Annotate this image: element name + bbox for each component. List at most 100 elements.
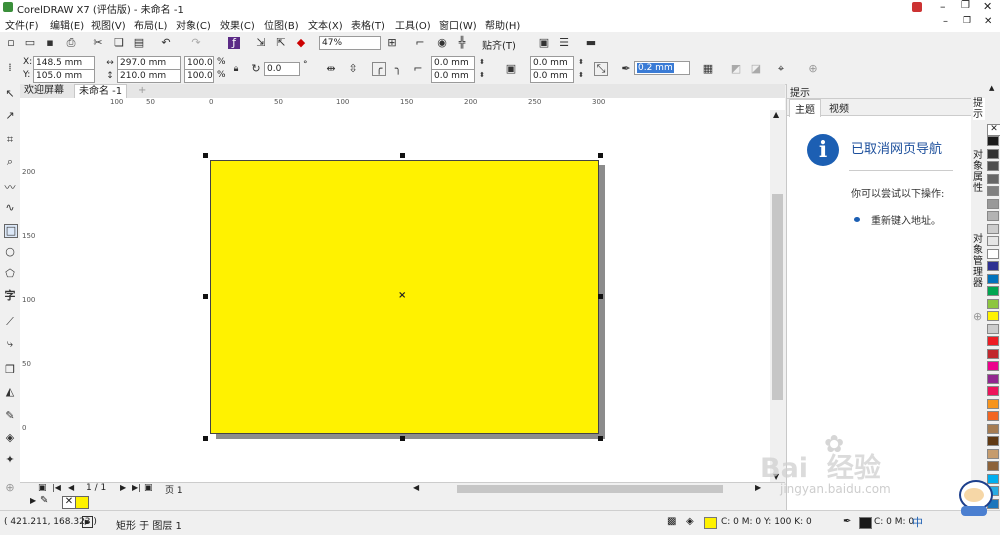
x-position-field[interactable]: 148.5 mm xyxy=(33,56,95,70)
palette-swatch[interactable] xyxy=(987,361,999,371)
status-arrow-icon[interactable]: ▶ xyxy=(82,516,93,528)
menu-view[interactable]: 视图(V) xyxy=(91,17,126,32)
show-grid-icon[interactable]: ◉ xyxy=(436,37,448,49)
copy-icon[interactable]: ❏ xyxy=(113,37,125,49)
mirror-vertical-icon[interactable]: ⇳ xyxy=(347,63,359,75)
launch-icon[interactable]: ▬ xyxy=(585,37,597,49)
import-icon[interactable]: ⇲ xyxy=(255,37,267,49)
side-tab-object-properties[interactable]: 对象属性 xyxy=(973,150,985,194)
rotation-field[interactable]: 0.0 xyxy=(264,62,300,76)
smart-fill-icon[interactable]: ✦ xyxy=(4,454,16,466)
ellipse-tool-icon[interactable]: ○ xyxy=(4,246,16,258)
zoom-tool-icon[interactable]: ⌕ xyxy=(4,156,16,168)
corner-spin-1-icon[interactable]: ⬍ xyxy=(476,56,488,68)
menu-file[interactable]: 文件(F) xyxy=(5,17,39,32)
width-field[interactable]: 297.0 mm xyxy=(117,56,181,70)
palette-swatch[interactable] xyxy=(987,286,999,296)
object-origin-icon[interactable]: ⁞ xyxy=(4,62,16,74)
palette-swatch[interactable] xyxy=(987,298,999,309)
snap-to-menu[interactable]: 贴齐(T) xyxy=(482,37,516,52)
show-guidelines-icon[interactable]: ╬ xyxy=(456,37,468,49)
tab-video[interactable]: 视频 xyxy=(825,100,853,115)
vertical-ruler[interactable]: 200 150 100 50 0 xyxy=(20,110,37,482)
document-color-yellow[interactable] xyxy=(75,496,89,509)
menu-help[interactable]: 帮助(H) xyxy=(485,17,520,32)
y-position-field[interactable]: 105.0 mm xyxy=(33,69,95,83)
zoom-level-field[interactable]: 47% xyxy=(319,36,381,50)
selection-handle-br[interactable] xyxy=(598,436,603,441)
next-page-icon[interactable]: ▶ xyxy=(120,483,126,492)
wrap-text-icon[interactable]: ▦ xyxy=(702,63,714,75)
menu-table[interactable]: 表格(T) xyxy=(351,17,385,32)
vertical-scrollbar[interactable]: ▲ ▼ xyxy=(770,110,785,482)
scale-height-field[interactable]: 100.0 xyxy=(184,69,214,83)
menu-close-icon[interactable]: ✕ xyxy=(984,16,992,27)
scroll-up-icon[interactable]: ▲ xyxy=(773,110,779,119)
selection-handle-tr[interactable] xyxy=(598,153,603,158)
user-icon[interactable] xyxy=(912,2,922,12)
palette-swatch[interactable] xyxy=(987,411,999,421)
corner-radius-tl-field[interactable]: 0.0 mm xyxy=(431,56,475,70)
add-icon[interactable]: ⊕ xyxy=(807,63,819,75)
new-icon[interactable]: ▫ xyxy=(5,37,17,49)
prev-page-icon[interactable]: ◀ xyxy=(68,483,74,492)
interactive-fill-icon[interactable]: ◈ xyxy=(4,432,16,444)
palette-swatch[interactable] xyxy=(987,211,999,221)
drop-shadow-icon[interactable]: ❒ xyxy=(4,364,16,376)
vertical-scroll-thumb[interactable] xyxy=(772,194,783,400)
side-tab-hints[interactable]: 提示 xyxy=(973,98,985,120)
eyedropper-icon[interactable]: ✎ xyxy=(40,495,48,506)
full-screen-icon[interactable]: ⊞ xyxy=(386,37,398,49)
cut-icon[interactable]: ✂ xyxy=(92,37,104,49)
to-front-icon[interactable]: ◩ xyxy=(730,63,742,75)
add-page-icon[interactable]: ▣ xyxy=(144,483,153,493)
rectangle-tool-icon[interactable]: □ xyxy=(4,224,18,238)
close-icon[interactable]: ✕ xyxy=(983,0,992,13)
corner-spin-3-icon[interactable]: ⬍ xyxy=(575,56,587,68)
ime-indicator[interactable]: 中 xyxy=(912,514,923,530)
scroll-left-icon[interactable]: ◀ xyxy=(413,483,419,492)
relative-scaling-icon[interactable]: ⤡ xyxy=(594,62,608,76)
palette-arrow-icon[interactable]: ▶ xyxy=(30,496,36,505)
search-content-icon[interactable]: ƒ xyxy=(228,37,240,49)
round-corner-icon[interactable]: ╭ xyxy=(372,62,386,76)
palette-swatch[interactable] xyxy=(987,398,999,409)
mirror-horizontal-icon[interactable]: ⇹ xyxy=(325,63,337,75)
palette-swatch[interactable] xyxy=(987,311,999,321)
palette-swatch[interactable] xyxy=(987,173,999,184)
lock-ratio-icon[interactable]: 🔒︎ xyxy=(230,63,242,75)
palette-swatch[interactable] xyxy=(987,273,999,284)
side-tab-add-icon[interactable]: ⊕ xyxy=(973,310,982,323)
horizontal-scroll-thumb[interactable] xyxy=(457,485,723,493)
tab-document[interactable]: 未命名 -1 xyxy=(74,84,128,98)
palette-swatch[interactable] xyxy=(987,136,999,146)
show-rulers-icon[interactable]: ⌐ xyxy=(414,37,426,49)
scalloped-corner-icon[interactable]: ╮ xyxy=(392,63,404,75)
restore-icon[interactable]: ❐ xyxy=(961,0,970,11)
pick-tool-icon[interactable]: ↖ xyxy=(4,88,16,100)
menu-edit[interactable]: 编辑(E) xyxy=(50,17,84,32)
palette-swatch[interactable] xyxy=(987,448,999,459)
palette-swatch[interactable] xyxy=(987,423,999,434)
palette-swatch[interactable] xyxy=(987,386,999,396)
last-page-icon[interactable]: ▶| xyxy=(132,483,141,492)
polygon-tool-icon[interactable]: ⬠ xyxy=(4,268,16,280)
palette-swatch[interactable] xyxy=(987,336,999,346)
chamfered-corner-icon[interactable]: ⌐ xyxy=(412,63,424,75)
palette-swatch[interactable] xyxy=(987,186,999,196)
selection-handle-mr[interactable] xyxy=(598,294,603,299)
palette-no-color[interactable]: ✕ xyxy=(987,124,1000,136)
menu-bitmaps[interactable]: 位图(B) xyxy=(264,17,299,32)
tab-new-document[interactable]: + xyxy=(134,84,150,98)
first-page-icon[interactable]: |◀ xyxy=(52,483,61,492)
add-tool-icon[interactable]: ⊕ xyxy=(4,482,16,494)
palette-swatch[interactable] xyxy=(987,461,999,471)
page-options-icon[interactable]: ▣ xyxy=(38,483,47,493)
publish-pdf-icon[interactable]: ◆ xyxy=(295,37,307,49)
connector-tool-icon[interactable]: ⤷ xyxy=(4,338,16,350)
menu-effects[interactable]: 效果(C) xyxy=(220,17,255,32)
menu-layout[interactable]: 布局(L) xyxy=(134,17,167,32)
selection-handle-tl[interactable] xyxy=(203,153,208,158)
save-icon[interactable]: ▪ xyxy=(44,37,56,49)
selection-handle-bl[interactable] xyxy=(203,436,208,441)
